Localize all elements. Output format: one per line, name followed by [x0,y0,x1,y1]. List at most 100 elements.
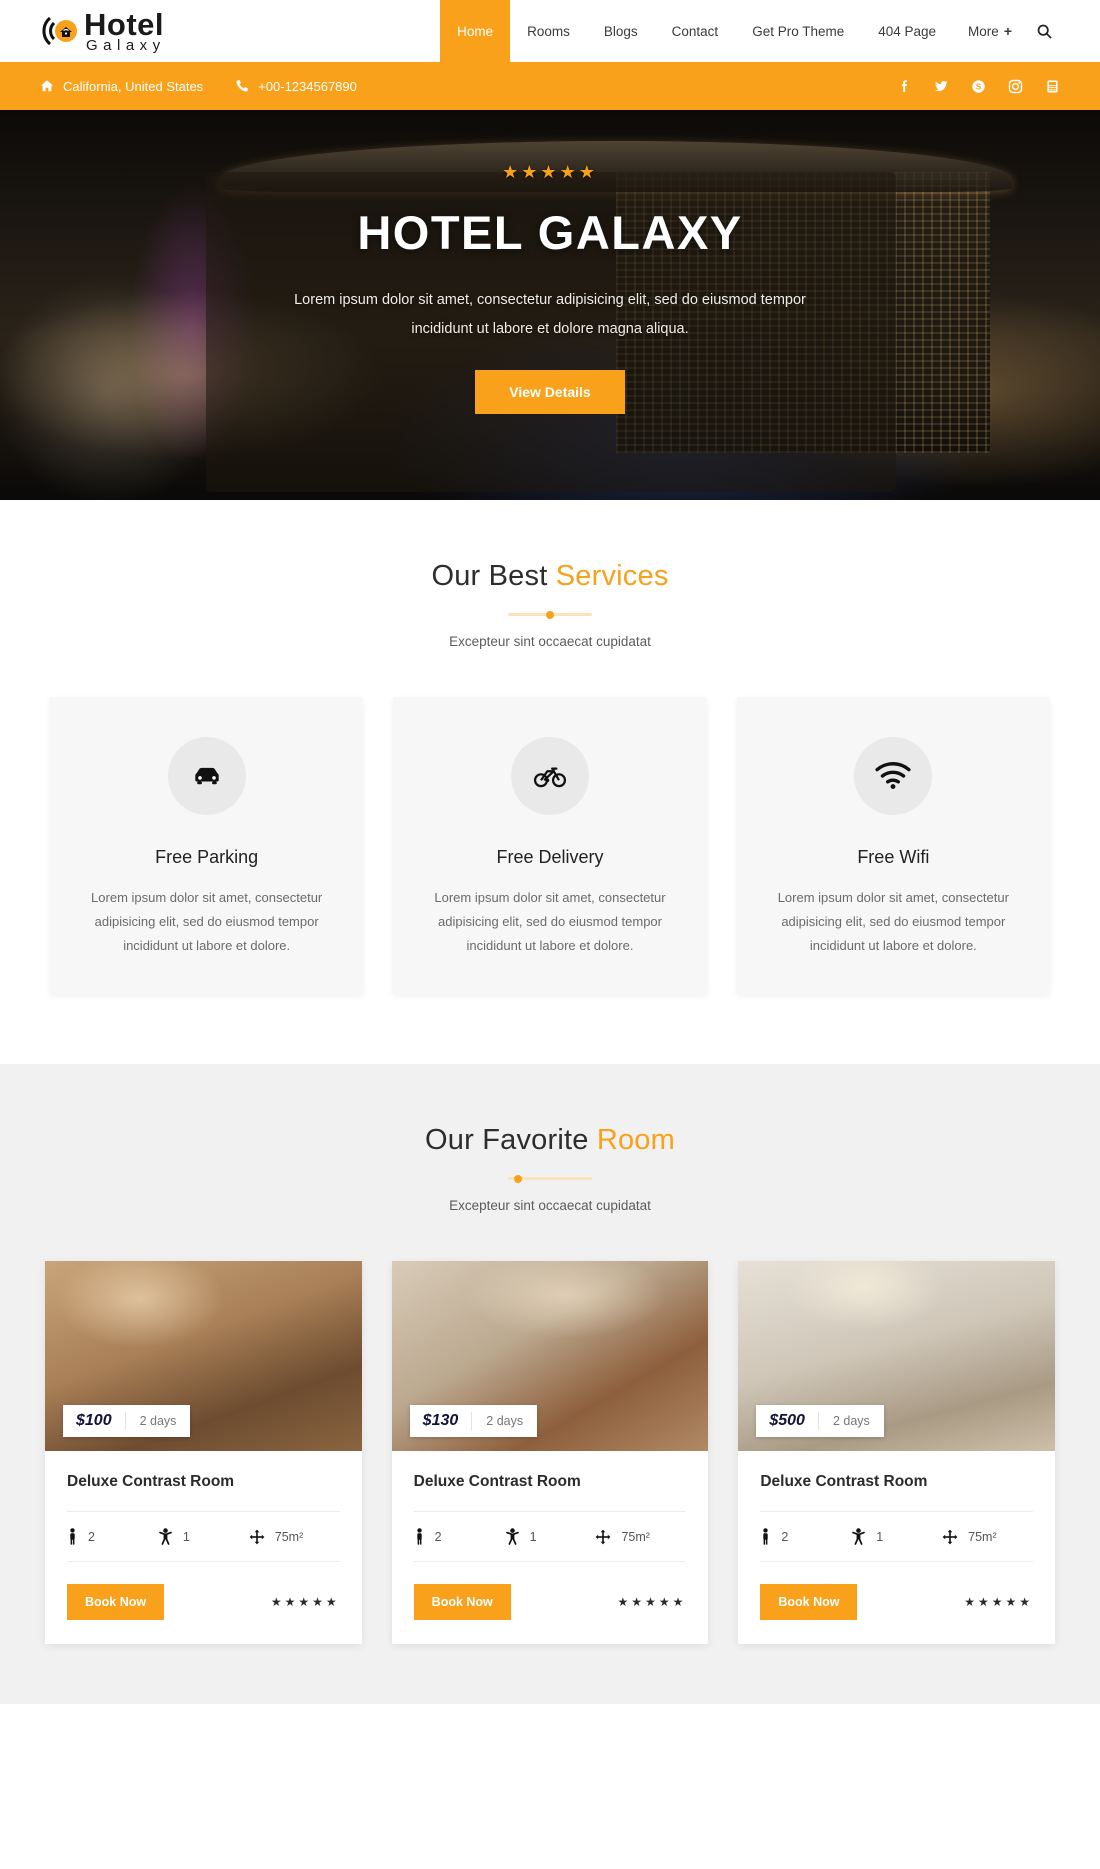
room-card[interactable]: $500 2 days Deluxe Contrast Room 2 1 75m… [738,1261,1056,1645]
service-card[interactable]: Free Parking Lorem ipsum dolor sit amet,… [50,697,364,995]
service-title: Free Delivery [496,847,604,867]
room-adults-count: 2 [434,1529,442,1544]
service-description: Lorem ipsum dolor sit amet, consectetur … [777,890,1009,954]
service-title: Free Wifi [857,847,930,867]
nav-item-home[interactable]: Home [440,0,511,62]
room-spec-area: 75m² [595,1529,686,1545]
top-navigation-bar: Hotel Galaxy Home Rooms Blogs Contact Ge… [0,0,1100,62]
room-children-count: 1 [529,1529,537,1544]
arrows-expand-icon [942,1529,958,1545]
services-section: Our Best Services Excepteur sint occaeca… [0,500,1100,1065]
room-price: $130 [422,1412,459,1430]
instagram-icon[interactable] [1007,78,1023,94]
room-adults-count: 2 [88,1529,95,1544]
child-person-icon [158,1528,173,1545]
nav-item-more[interactable]: More + [953,0,1027,62]
nav-item-404-page[interactable]: 404 Page [861,0,953,62]
room-star-rating: ★★★★★ [964,1595,1034,1610]
brand-subname: Galaxy [86,37,166,54]
room-title: Deluxe Contrast Room [760,1473,1034,1513]
services-heading-plain: Our Best [431,560,556,592]
room-area: 75m² [274,1529,304,1544]
adult-person-icon [414,1528,425,1545]
room-spec-children: 1 [158,1528,249,1545]
adult-person-icon [760,1528,771,1545]
hero-title: HOTEL GALAXY [357,206,743,259]
hero-star-rating: ★★★★★ [502,162,598,182]
room-photo: $130 2 days [391,1261,709,1452]
search-icon[interactable] [1027,0,1066,62]
brand-name: Hotel [84,7,164,42]
nav-item-get-pro-theme[interactable]: Get Pro Theme [735,0,861,62]
skype-icon[interactable]: S [970,78,986,94]
main-menu: Home Rooms Blogs Contact Get Pro Theme 4… [440,0,1100,62]
room-specs: 2 1 75m² [413,1512,687,1563]
book-now-button[interactable]: Book Now [760,1584,858,1621]
room-children-count: 1 [876,1529,884,1544]
car-icon [167,737,246,815]
room-star-rating: ★★★★★ [617,1595,687,1610]
room-spec-area: 75m² [942,1529,1033,1545]
child-person-icon [505,1528,520,1545]
social-links: S [896,78,1060,94]
rooms-heading: Our Favorite Room [0,1124,1100,1157]
room-photo: $500 2 days [738,1261,1056,1452]
nav-item-rooms[interactable]: Rooms [510,0,587,62]
youtube-icon[interactable] [1044,78,1060,94]
room-spec-children: 1 [505,1528,596,1545]
rooms-heading-plain: Our Favorite [425,1124,597,1157]
divider-dot [514,1174,522,1183]
room-photo: $100 2 days [45,1261,362,1452]
arrows-expand-icon [249,1529,265,1545]
hero-banner: ★★★★★ HOTEL GALAXY Lorem ipsum dolor sit… [0,110,1100,500]
room-children-count: 1 [182,1529,190,1544]
service-card[interactable]: Free Delivery Lorem ipsum dolor sit amet… [393,697,707,995]
bicycle-icon [510,737,589,815]
hero-subtitle: Lorem ipsum dolor sit amet, consectetur … [294,292,806,337]
room-specs: 2 1 75m² [67,1512,340,1563]
divider-dot [546,610,554,619]
service-description: Lorem ipsum dolor sit amet, consectetur … [434,890,666,954]
room-star-rating: ★★★★★ [270,1595,340,1610]
room-spec-children: 1 [851,1528,942,1545]
facebook-icon[interactable] [896,78,912,94]
service-description: Lorem ipsum dolor sit amet, consectetur … [91,890,323,954]
view-details-button[interactable]: View Details [475,370,625,414]
room-card[interactable]: $130 2 days Deluxe Contrast Room 2 1 75m… [391,1261,709,1645]
arrows-expand-icon [595,1529,611,1545]
room-spec-area: 75m² [249,1529,340,1545]
price-badge: $500 2 days [756,1405,884,1438]
book-now-button[interactable]: Book Now [413,1584,511,1621]
services-heading-highlight: Services [555,560,669,592]
phone-icon [235,79,249,93]
room-price: $100 [76,1412,112,1430]
room-spec-adults: 2 [760,1528,851,1545]
room-price: $500 [769,1412,805,1430]
room-area: 75m² [968,1529,997,1544]
rooms-section: Our Favorite Room Excepteur sint occaeca… [0,1064,1100,1705]
room-specs: 2 1 75m² [760,1512,1034,1563]
contact-info-bar: California, United States +00-1234567890… [0,62,1100,110]
nav-item-blogs[interactable]: Blogs [587,0,655,62]
book-now-button[interactable]: Book Now [67,1584,165,1621]
room-area: 75m² [621,1529,650,1544]
phone-text: +00-1234567890 [258,78,357,94]
services-subtitle: Excepteur sint occaecat cupidatat [449,634,651,649]
wifi-icon [854,737,933,815]
twitter-icon[interactable] [933,78,949,94]
room-title: Deluxe Contrast Room [67,1473,340,1513]
service-card[interactable]: Free Wifi Lorem ipsum dolor sit amet, co… [736,697,1050,995]
location-text: California, United States [63,78,204,94]
price-badge: $100 2 days [63,1405,191,1438]
room-duration: 2 days [471,1412,537,1431]
wifi-house-logo-icon [40,10,82,52]
room-card[interactable]: $100 2 days Deluxe Contrast Room 2 1 75m… [45,1261,362,1645]
services-card-list: Free Parking Lorem ipsum dolor sit amet,… [0,649,1100,1064]
services-divider [508,610,592,619]
phone-info[interactable]: +00-1234567890 [235,79,357,94]
nav-item-contact[interactable]: Contact [655,0,736,62]
brand-logo-link[interactable]: Hotel Galaxy [0,0,166,62]
nav-more-label: More [968,23,999,39]
rooms-divider [508,1174,592,1183]
price-badge: $130 2 days [409,1405,538,1438]
